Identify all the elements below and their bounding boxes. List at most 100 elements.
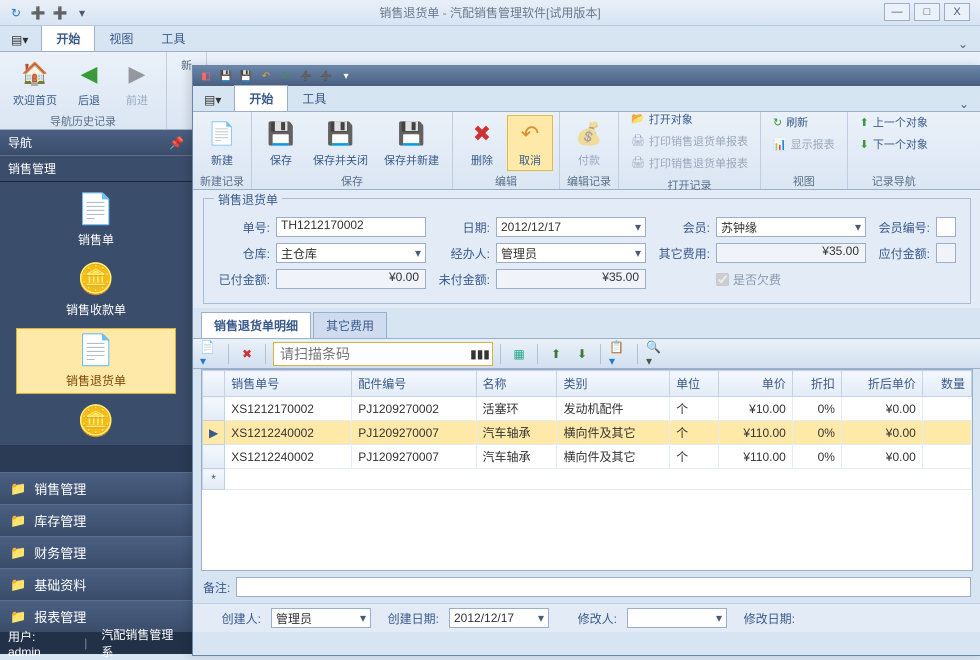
folder-icon: 📁 (10, 545, 26, 561)
home-button[interactable]: 🏠 欢迎首页 (6, 55, 64, 111)
nav-card-return[interactable]: 📄 销售退货单 (16, 328, 176, 394)
col-disc[interactable]: 折扣 (792, 371, 841, 397)
nav-group-finance[interactable]: 📁财务管理 (0, 536, 192, 568)
tab-items[interactable]: 销售退货单明细 (201, 312, 311, 338)
nav-group-basic[interactable]: 📁基础资料 (0, 568, 192, 600)
child-saveclose-icon[interactable]: 💾 (239, 69, 253, 83)
tb-grid-icon[interactable]: ▦ (508, 343, 530, 365)
due-field (936, 243, 956, 263)
add-icon-2[interactable]: ➕ (52, 5, 68, 21)
tb-copy-icon[interactable]: 📋▾ (608, 343, 630, 365)
col-name[interactable]: 名称 (476, 371, 557, 397)
detail-grid[interactable]: 销售单号 配件编号 名称 类别 单位 单价 折扣 折后单价 数量 XS12121… (201, 369, 973, 571)
main-window: ↻ ➕ ➕ ▾ 销售退货单 - 汽配销售管理软件[试用版本] — □ X ▤▾ … (0, 0, 980, 654)
col-unit[interactable]: 单位 (670, 371, 719, 397)
creator-field[interactable]: 管理员▾ (271, 608, 371, 628)
col-part-no[interactable]: 配件编号 (352, 371, 476, 397)
tb-down-icon[interactable]: ⬇ (571, 343, 593, 365)
save-new-icon: 💾 (396, 118, 428, 150)
child-refresh-icon[interactable]: ↻ (279, 69, 293, 83)
tab-tools[interactable]: 工具 (147, 26, 199, 51)
tb-up-icon[interactable]: ⬆ (545, 343, 567, 365)
tb-delete-icon[interactable]: ✖ (236, 343, 258, 365)
back-icon: ◀ (73, 58, 105, 90)
save-button[interactable]: 💾保存 (258, 115, 304, 171)
refresh-button[interactable]: ↻刷新 (769, 112, 839, 132)
modifier-field[interactable]: ▾ (627, 608, 727, 628)
child-tab-start[interactable]: 开始 (234, 85, 288, 111)
col-qty[interactable]: 数量 (922, 371, 971, 397)
chevron-down-icon: ▾ (631, 220, 641, 234)
new-button[interactable]: 📄新建 (199, 115, 245, 171)
child-add-icon[interactable]: ➕ (299, 69, 313, 83)
col-cat[interactable]: 类别 (557, 371, 670, 397)
child-save-icon[interactable]: 💾 (219, 69, 233, 83)
child-collapse-icon[interactable]: ⌄ (959, 97, 969, 111)
child-app-menu[interactable]: ▤▾ (197, 89, 228, 111)
pushpin-icon[interactable]: 📌 (169, 136, 184, 150)
barcode-input[interactable]: ▮▮▮ (273, 342, 493, 366)
back-button[interactable]: ◀ 后退 (66, 55, 112, 111)
statusbar: 用户: admin | 汽配销售管理系 (0, 632, 192, 654)
tb-new-icon[interactable]: 📄▾ (199, 343, 221, 365)
remark-input[interactable] (236, 577, 971, 597)
nav-group-sales[interactable]: 📁销售管理 (0, 472, 192, 504)
cdate-field[interactable]: 2012/12/17▾ (449, 608, 549, 628)
delete-button[interactable]: ✖删除 (459, 115, 505, 171)
order-no-field[interactable]: TH1212170002 (276, 217, 426, 237)
nav-group-stock[interactable]: 📁库存管理 (0, 504, 192, 536)
col-price[interactable]: 单价 (719, 371, 793, 397)
table-row[interactable]: XS1212240002PJ1209270007汽车轴承横向件及其它个 ¥110… (203, 445, 972, 469)
nav-card-receipt[interactable]: 🪙 销售收款单 (16, 258, 176, 322)
member-field[interactable]: 苏钟缘▾ (716, 217, 866, 237)
up-icon: ⬆ (860, 116, 869, 129)
ribbon-group-label: 导航历史记录 (50, 113, 116, 129)
child-icon: ◧ (199, 69, 213, 83)
sidebar-header: 导航 📌 (0, 130, 192, 155)
collapse-ribbon-icon[interactable]: ⌄ (958, 37, 968, 51)
warehouse-field[interactable]: 主仓库▾ (276, 243, 426, 263)
chevron-down-icon: ▾ (411, 246, 421, 260)
child-tab-tools[interactable]: 工具 (288, 86, 340, 111)
cancel-button[interactable]: ↶取消 (507, 115, 553, 171)
other-fee-field: ¥35.00 (716, 243, 866, 263)
maximize-button[interactable]: □ (914, 3, 940, 21)
forward-button: ▶ 前进 (114, 55, 160, 111)
detail-tabs: 销售退货单明细 其它费用 (193, 308, 980, 339)
close-button[interactable]: X (944, 3, 970, 21)
child-undo-icon[interactable]: ↶ (259, 69, 273, 83)
app-menu-button[interactable]: ▤▾ (4, 29, 35, 51)
print-icon: 🖨 (631, 134, 645, 147)
save-icon: 💾 (265, 118, 297, 150)
child-ribbon: 📄新建 新建记录 💾保存 💾保存并关闭 💾保存并新建 保存 (193, 112, 980, 190)
tb-search-icon[interactable]: 🔍▾ (645, 343, 667, 365)
nav-card-extra[interactable]: 🪙 (16, 400, 176, 439)
col-sale-no[interactable]: 销售单号 (225, 371, 352, 397)
chevron-down-icon: ▾ (851, 220, 861, 234)
paid-field: ¥0.00 (276, 269, 426, 289)
new-row[interactable]: * (203, 469, 972, 490)
nav-card-sale[interactable]: 📄 销售单 (16, 188, 176, 252)
open-icon: 📂 (631, 112, 645, 125)
save-new-button[interactable]: 💾保存并新建 (377, 115, 446, 171)
date-field[interactable]: 2012/12/17▾ (496, 217, 646, 237)
minimize-button[interactable]: — (884, 3, 910, 21)
child-more-icon[interactable]: ▾ (339, 69, 353, 83)
prev-button[interactable]: ⬆上一个对象 (856, 112, 932, 132)
next-button[interactable]: ⬇下一个对象 (856, 134, 932, 154)
dropdown-icon[interactable]: ▾ (74, 5, 90, 21)
save-close-icon: 💾 (325, 118, 357, 150)
table-row[interactable]: ▶ XS1212240002PJ1209270007汽车轴承横向件及其它个 ¥1… (203, 421, 972, 445)
tab-view[interactable]: 视图 (95, 26, 147, 51)
member-no-field[interactable] (936, 217, 956, 237)
tab-start[interactable]: 开始 (41, 25, 95, 51)
table-row[interactable]: XS1212170002PJ1209270002活塞环发动机配件个 ¥10.00… (203, 397, 972, 421)
report-icon: 📊 (773, 138, 787, 151)
save-close-button[interactable]: 💾保存并关闭 (306, 115, 375, 171)
add-icon[interactable]: ➕ (30, 5, 46, 21)
tab-otherfee[interactable]: 其它费用 (313, 312, 387, 338)
refresh-icon[interactable]: ↻ (8, 5, 24, 21)
col-dprice[interactable]: 折后单价 (841, 371, 922, 397)
child-add2-icon[interactable]: ➕ (319, 69, 333, 83)
operator-field[interactable]: 管理员▾ (496, 243, 646, 263)
